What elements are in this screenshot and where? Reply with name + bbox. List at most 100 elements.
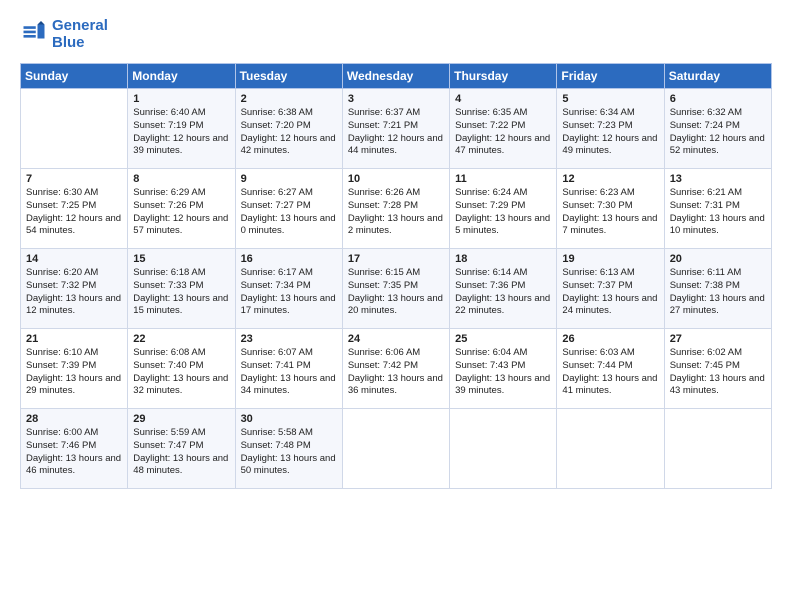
day-number: 14 — [26, 253, 122, 265]
cell-content: Sunrise: 6:11 AMSunset: 7:38 PMDaylight:… — [670, 267, 766, 318]
day-number: 17 — [348, 253, 444, 265]
day-number: 12 — [562, 173, 658, 185]
calendar-week-row: 7 Sunrise: 6:30 AMSunset: 7:25 PMDaylight… — [21, 169, 772, 249]
calendar-cell: 12 Sunrise: 6:23 AMSunset: 7:30 PMDayligh… — [557, 169, 664, 249]
day-number: 7 — [26, 173, 122, 185]
calendar-day-header: Tuesday — [235, 64, 342, 89]
calendar-week-row: 21 Sunrise: 6:10 AMSunset: 7:39 PMDayligh… — [21, 329, 772, 409]
calendar-cell: 20 Sunrise: 6:11 AMSunset: 7:38 PMDayligh… — [664, 249, 771, 329]
calendar-day-header: Monday — [128, 64, 235, 89]
day-number: 21 — [26, 333, 122, 345]
calendar-cell: 14 Sunrise: 6:20 AMSunset: 7:32 PMDayligh… — [21, 249, 128, 329]
cell-content: Sunrise: 6:37 AMSunset: 7:21 PMDaylight:… — [348, 107, 444, 158]
cell-content: Sunrise: 6:38 AMSunset: 7:20 PMDaylight:… — [241, 107, 337, 158]
calendar-cell — [450, 409, 557, 489]
calendar-week-row: 1Sunrise: 6:40 AMSunset: 7:19 PMDaylight… — [21, 89, 772, 169]
cell-content: Sunrise: 6:23 AMSunset: 7:30 PMDaylight:… — [562, 187, 658, 238]
calendar-cell: 10 Sunrise: 6:26 AMSunset: 7:28 PMDayligh… — [342, 169, 449, 249]
cell-content: Sunrise: 6:10 AMSunset: 7:39 PMDaylight:… — [26, 347, 122, 398]
cell-content: Sunrise: 6:15 AMSunset: 7:35 PMDaylight:… — [348, 267, 444, 318]
calendar-cell — [557, 409, 664, 489]
cell-content: Sunrise: 6:20 AMSunset: 7:32 PMDaylight:… — [26, 267, 122, 318]
calendar-cell — [21, 89, 128, 169]
calendar-cell: 7 Sunrise: 6:30 AMSunset: 7:25 PMDaylight… — [21, 169, 128, 249]
cell-content: Sunrise: 6:21 AMSunset: 7:31 PMDaylight:… — [670, 187, 766, 238]
calendar-cell: 9 Sunrise: 6:27 AMSunset: 7:27 PMDaylight… — [235, 169, 342, 249]
calendar-cell: 24Sunrise: 6:06 AMSunset: 7:42 PMDayligh… — [342, 329, 449, 409]
calendar-cell: 15Sunrise: 6:18 AMSunset: 7:33 PMDayligh… — [128, 249, 235, 329]
cell-content: Sunrise: 6:14 AMSunset: 7:36 PMDaylight:… — [455, 267, 551, 318]
calendar-cell: 2 Sunrise: 6:38 AMSunset: 7:20 PMDaylight… — [235, 89, 342, 169]
cell-content: Sunrise: 6:32 AMSunset: 7:24 PMDaylight:… — [670, 107, 766, 158]
day-number: 11 — [455, 173, 551, 185]
calendar-cell: 29 Sunrise: 5:59 AMSunset: 7:47 PMDayligh… — [128, 409, 235, 489]
cell-content: Sunrise: 6:18 AMSunset: 7:33 PMDaylight:… — [133, 267, 229, 318]
calendar-cell: 27 Sunrise: 6:02 AMSunset: 7:45 PMDayligh… — [664, 329, 771, 409]
cell-content: Sunrise: 6:07 AMSunset: 7:41 PMDaylight:… — [241, 347, 337, 398]
cell-content: Sunrise: 5:59 AMSunset: 7:47 PMDaylight:… — [133, 427, 229, 478]
day-number: 10 — [348, 173, 444, 185]
calendar-cell: 11 Sunrise: 6:24 AMSunset: 7:29 PMDayligh… — [450, 169, 557, 249]
cell-content: Sunrise: 6:24 AMSunset: 7:29 PMDaylight:… — [455, 187, 551, 238]
calendar-cell: 30 Sunrise: 5:58 AMSunset: 7:48 PMDayligh… — [235, 409, 342, 489]
calendar-cell: 25 Sunrise: 6:04 AMSunset: 7:43 PMDayligh… — [450, 329, 557, 409]
cell-content: Sunrise: 6:13 AMSunset: 7:37 PMDaylight:… — [562, 267, 658, 318]
calendar-table: SundayMondayTuesdayWednesdayThursdayFrid… — [20, 63, 772, 489]
day-number: 19 — [562, 253, 658, 265]
logo-text: General Blue — [52, 18, 108, 51]
day-number: 27 — [670, 333, 766, 345]
day-number: 5 — [562, 93, 658, 105]
cell-content: Sunrise: 6:04 AMSunset: 7:43 PMDaylight:… — [455, 347, 551, 398]
day-number: 3 — [348, 93, 444, 105]
calendar-day-header: Sunday — [21, 64, 128, 89]
cell-content: Sunrise: 5:58 AMSunset: 7:48 PMDaylight:… — [241, 427, 337, 478]
cell-content: Sunrise: 6:26 AMSunset: 7:28 PMDaylight:… — [348, 187, 444, 238]
day-number: 24 — [348, 333, 444, 345]
cell-content: Sunrise: 6:02 AMSunset: 7:45 PMDaylight:… — [670, 347, 766, 398]
calendar-cell: 3 Sunrise: 6:37 AMSunset: 7:21 PMDaylight… — [342, 89, 449, 169]
day-number: 29 — [133, 413, 229, 425]
cell-content: Sunrise: 6:34 AMSunset: 7:23 PMDaylight:… — [562, 107, 658, 158]
calendar-cell — [342, 409, 449, 489]
day-number: 26 — [562, 333, 658, 345]
cell-content: Sunrise: 6:29 AMSunset: 7:26 PMDaylight:… — [133, 187, 229, 238]
calendar-cell — [664, 409, 771, 489]
calendar-day-header: Saturday — [664, 64, 771, 89]
day-number: 6 — [670, 93, 766, 105]
calendar-cell: 5 Sunrise: 6:34 AMSunset: 7:23 PMDaylight… — [557, 89, 664, 169]
logo-icon — [20, 21, 48, 49]
day-number: 30 — [241, 413, 337, 425]
calendar-cell: 23 Sunrise: 6:07 AMSunset: 7:41 PMDayligh… — [235, 329, 342, 409]
cell-content: Sunrise: 6:27 AMSunset: 7:27 PMDaylight:… — [241, 187, 337, 238]
day-number: 8 — [133, 173, 229, 185]
calendar-cell: 28Sunrise: 6:00 AMSunset: 7:46 PMDayligh… — [21, 409, 128, 489]
day-number: 22 — [133, 333, 229, 345]
cell-content: Sunrise: 6:17 AMSunset: 7:34 PMDaylight:… — [241, 267, 337, 318]
header: General Blue — [20, 18, 772, 51]
calendar-day-header: Thursday — [450, 64, 557, 89]
calendar-cell: 1Sunrise: 6:40 AMSunset: 7:19 PMDaylight… — [128, 89, 235, 169]
day-number: 25 — [455, 333, 551, 345]
day-number: 4 — [455, 93, 551, 105]
day-number: 9 — [241, 173, 337, 185]
cell-content: Sunrise: 6:35 AMSunset: 7:22 PMDaylight:… — [455, 107, 551, 158]
calendar-header-row: SundayMondayTuesdayWednesdayThursdayFrid… — [21, 64, 772, 89]
calendar-cell: 17 Sunrise: 6:15 AMSunset: 7:35 PMDayligh… — [342, 249, 449, 329]
page: General Blue SundayMondayTuesdayWednesda… — [0, 0, 792, 612]
calendar-cell: 18Sunrise: 6:14 AMSunset: 7:36 PMDayligh… — [450, 249, 557, 329]
day-number: 23 — [241, 333, 337, 345]
day-number: 20 — [670, 253, 766, 265]
cell-content: Sunrise: 6:30 AMSunset: 7:25 PMDaylight:… — [26, 187, 122, 238]
calendar-week-row: 28Sunrise: 6:00 AMSunset: 7:46 PMDayligh… — [21, 409, 772, 489]
calendar-cell: 26Sunrise: 6:03 AMSunset: 7:44 PMDayligh… — [557, 329, 664, 409]
calendar-cell: 22Sunrise: 6:08 AMSunset: 7:40 PMDayligh… — [128, 329, 235, 409]
calendar-week-row: 14 Sunrise: 6:20 AMSunset: 7:32 PMDayligh… — [21, 249, 772, 329]
day-number: 28 — [26, 413, 122, 425]
day-number: 16 — [241, 253, 337, 265]
calendar-body: 1Sunrise: 6:40 AMSunset: 7:19 PMDaylight… — [21, 89, 772, 489]
day-number: 2 — [241, 93, 337, 105]
calendar-cell: 8 Sunrise: 6:29 AMSunset: 7:26 PMDaylight… — [128, 169, 235, 249]
calendar-cell: 13 Sunrise: 6:21 AMSunset: 7:31 PMDayligh… — [664, 169, 771, 249]
day-number: 13 — [670, 173, 766, 185]
calendar-cell: 19 Sunrise: 6:13 AMSunset: 7:37 PMDayligh… — [557, 249, 664, 329]
